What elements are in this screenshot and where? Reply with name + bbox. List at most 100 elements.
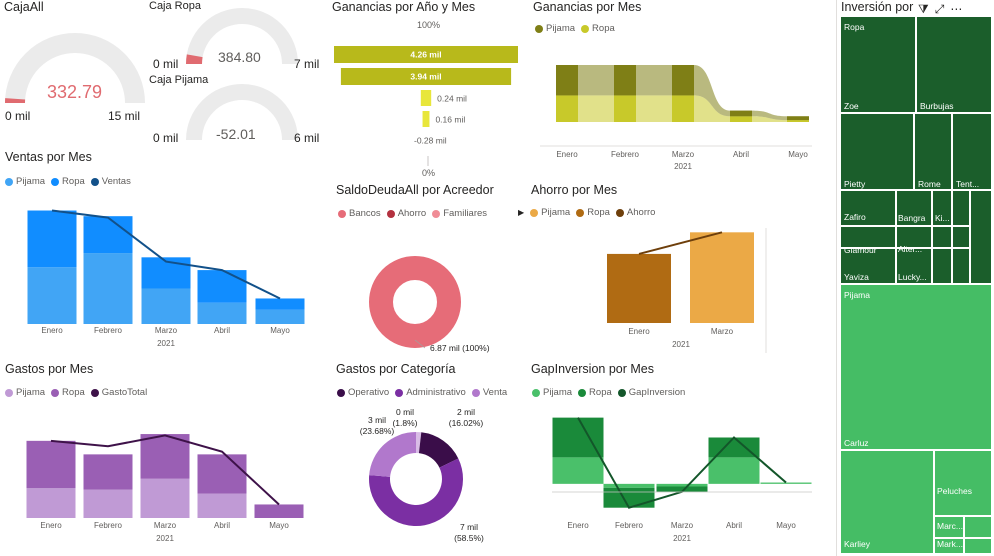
gap-inversion-title: GapInversion por Mes <box>531 362 654 376</box>
bar-ahorro-enero <box>607 253 671 323</box>
donut-data-label: (23.68%) <box>360 426 395 436</box>
donut-slice-venta <box>369 432 416 477</box>
legend-label: Ropa <box>589 387 612 398</box>
x-tick-label: Abril <box>733 150 749 159</box>
treemap-label: Tent... <box>956 179 980 189</box>
legend-item[interactable]: Ropa <box>578 387 612 398</box>
bar-ropa <box>197 454 247 494</box>
treemap-label: Bangra <box>898 213 926 223</box>
treemap-tile[interactable] <box>934 450 992 516</box>
treemap-label: Lucky... <box>898 272 927 282</box>
saldo-deuda-chart[interactable]: SaldoDeudaAll por Acreedor Bancos Ahorro F… <box>330 180 520 360</box>
treemap-tile[interactable] <box>932 248 952 284</box>
donut-slice-bancos <box>369 256 461 348</box>
x-axis-year-label: 2021 <box>672 340 690 349</box>
ribbon-bar-pijama <box>672 65 694 96</box>
x-axis-year-label: 2021 <box>157 339 175 348</box>
x-tick-label: Enero <box>41 326 63 335</box>
inversion-treemap[interactable]: Inversión por C ⧩ ⤢ ⋯ Ropa Zoe Burbujas Pie… <box>836 0 994 556</box>
legend-item[interactable]: Operativo <box>337 387 389 398</box>
legend-item[interactable]: Pijama <box>532 387 572 398</box>
bar-pijama <box>26 488 76 518</box>
donut-data-label: 6.87 mil (100%) <box>430 343 490 353</box>
x-tick-label: Enero <box>40 521 62 530</box>
x-axis-year-label: 2021 <box>156 534 174 543</box>
treemap-tile[interactable] <box>964 538 992 554</box>
caja-pijama-gauge[interactable]: Caja Pijama -52.01 0 mil 6 mil <box>146 74 326 146</box>
caja-all-gauge[interactable]: CajaAll 332.79 0 mil 15 mil <box>0 0 150 130</box>
ventas-mes-chart[interactable]: Ventas por Mes Pijama Ropa Ventas Enero Feb… <box>0 150 310 350</box>
ganancias-anio-funnel[interactable]: Ganancias por Año y Mes 100% 4.26 mil 3.9… <box>328 0 524 180</box>
donut-data-label: (1.8%) <box>392 418 417 428</box>
caja-pijama-value: -52.01 <box>216 126 256 142</box>
x-tick-label: Marzo <box>155 326 178 335</box>
legend-item[interactable]: GapInversion <box>617 387 685 398</box>
x-tick-label: Enero <box>556 150 578 159</box>
ribbon-bar-ropa <box>614 95 636 122</box>
legend-marker <box>337 388 345 397</box>
bar-pijama <box>197 302 247 324</box>
x-tick-label: Mayo <box>269 521 289 530</box>
legend-label: Operativo <box>348 387 390 398</box>
filter-icon[interactable]: ⧩ <box>918 2 929 16</box>
gap-inversion-chart[interactable]: GapInversion por Mes Pijama Ropa GapInvers… <box>527 362 819 556</box>
legend-item[interactable]: Venta <box>471 387 508 398</box>
saldo-deuda-plot: 6.87 mil (100%) <box>369 256 490 353</box>
treemap-tile[interactable] <box>840 284 992 450</box>
bar-pijama <box>141 288 191 324</box>
more-icon[interactable]: ⋯ <box>950 2 962 16</box>
funnel-data-label: 4.26 mil <box>410 50 441 60</box>
ahorro-mes-chart[interactable]: Ahorro por Mes ▶ Pijama Ropa Ahorro Enero Ma… <box>518 180 818 358</box>
ahorro-mes-title: Ahorro por Mes <box>531 183 618 197</box>
gastos-categoria-title: Gastos por Categoría <box>336 362 456 376</box>
bar-pijama <box>603 483 655 488</box>
ganancias-mes-plot: Enero Febrero Marzo Abril Mayo 2021 <box>540 65 812 171</box>
treemap-tile[interactable] <box>952 190 970 226</box>
legend-marker <box>578 388 587 397</box>
treemap-tile[interactable] <box>952 248 970 284</box>
legend-label: Venta <box>482 387 508 398</box>
bar-pijama <box>656 483 708 487</box>
treemap-tile[interactable] <box>964 516 992 538</box>
ribbon-bar-ropa <box>730 116 752 122</box>
x-tick-label: Enero <box>628 327 650 336</box>
treemap-tile[interactable] <box>970 190 992 284</box>
legend-scroll-icon[interactable]: ▶ <box>518 208 524 217</box>
gastos-categoria-chart[interactable]: Gastos por Categoría Operativo Administra… <box>330 362 525 556</box>
legend-marker <box>617 388 626 397</box>
ventas-mes-plot: Enero Febrero Marzo Abril Mayo 2021 <box>27 209 305 348</box>
funnel-plot: 4.26 mil 3.94 mil 0.24 mil 0.16 mil -0.28 mi… <box>334 46 518 166</box>
expand-icon[interactable]: ⤢ <box>935 2 945 16</box>
legend-marker <box>471 388 480 397</box>
bar-ropa <box>26 440 76 489</box>
legend-label: Administrativo <box>406 387 466 398</box>
treemap-label: Zoe <box>844 101 859 111</box>
x-axis-year-label: 2021 <box>673 534 691 543</box>
treemap-tile[interactable] <box>952 226 970 248</box>
ribbon-bar-ropa <box>787 120 809 122</box>
treemap-tile[interactable] <box>932 226 952 248</box>
treemap-label: Zafiro <box>844 212 866 222</box>
bar-pijama <box>27 267 77 324</box>
bar-ahorro-marzo <box>690 232 754 323</box>
treemap-label: Mark... <box>937 539 963 549</box>
inversion-title: Inversión por C <box>841 0 926 14</box>
bar-ropa <box>708 437 760 458</box>
donut-data-label: 2 mil <box>457 407 475 417</box>
donut-data-label: 7 mil <box>460 522 478 532</box>
gastos-mes-chart[interactable]: Gastos por Mes Pijama Ropa GastoTotal Ener… <box>0 362 310 556</box>
caja-ropa-gauge[interactable]: Caja Ropa 384.80 0 mil 7 mil <box>146 0 326 75</box>
bar-ropa <box>603 487 655 508</box>
ganancias-mes-chart[interactable]: Ganancias por Mes Pijama Ropa Enero Febrer… <box>530 0 820 178</box>
caja-ropa-max: 7 mil <box>294 57 320 71</box>
legend-item[interactable]: Administrativo <box>395 387 466 398</box>
saldo-deuda-title: SaldoDeudaAll por Acreedor <box>336 183 494 197</box>
treemap-label: Rome <box>918 179 941 189</box>
gap-inversion-legend: Pijama Ropa GapInversion <box>532 387 691 398</box>
x-tick-label: Abril <box>214 326 230 335</box>
treemap-label: Carluz <box>844 438 869 448</box>
gastos-mes-title: Gastos por Mes <box>5 362 94 376</box>
treemap-label: Marc... <box>937 521 963 531</box>
gastos-categoria-plot: 0 mil(1.8%) 2 mil(16.02%) 7 mil(58.5%) 3 mi… <box>360 407 484 543</box>
treemap-tile[interactable] <box>916 16 992 113</box>
